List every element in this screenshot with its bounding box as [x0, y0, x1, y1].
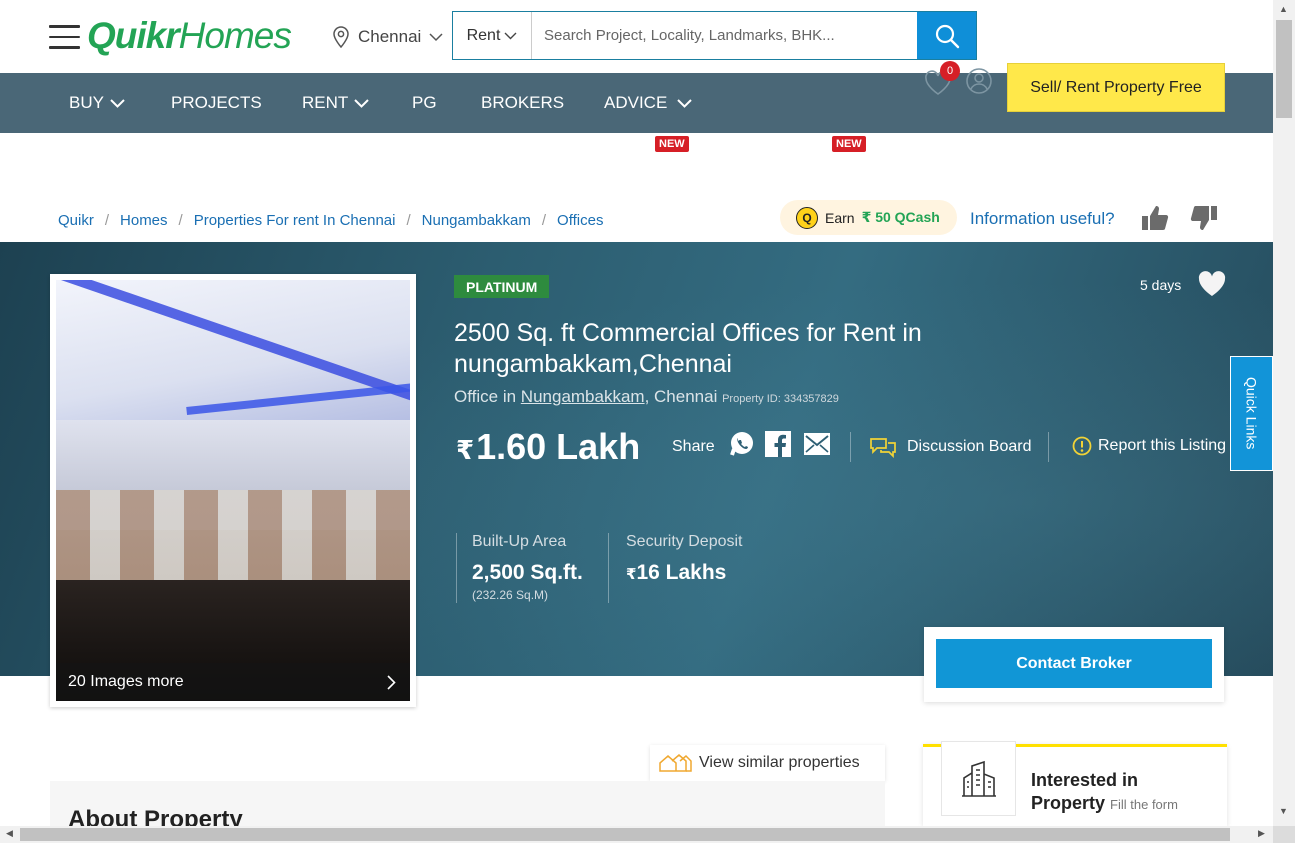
property-photo-card[interactable]: 20 Images more — [50, 274, 416, 707]
nav-item-rent[interactable]: RENT — [302, 73, 369, 133]
listing-price: ₹ 1.60 Lakh — [456, 426, 640, 468]
listing-age: 5 days — [1140, 277, 1182, 293]
chevron-down-icon — [354, 98, 369, 108]
city-selector[interactable]: Chennai — [332, 26, 443, 48]
qcash-icon: Q — [796, 206, 818, 229]
shortlist-heart-icon[interactable] — [1197, 270, 1227, 298]
breadcrumb-link-offices[interactable]: Offices — [557, 212, 603, 229]
nav-item-brokers[interactable]: BROKERS — [481, 73, 564, 133]
scroll-right-arrow[interactable]: ▶ — [1258, 828, 1265, 839]
vertical-scrollbar[interactable]: ▲ ▼ — [1273, 0, 1295, 826]
fill-form-hint: Fill the form — [1110, 797, 1178, 812]
vertical-scroll-thumb[interactable] — [1276, 20, 1292, 118]
search-type-dropdown[interactable]: Rent — [453, 12, 532, 59]
price-value: 1.60 Lakh — [476, 426, 641, 467]
city-label: Chennai — [358, 27, 422, 46]
search-input[interactable] — [532, 12, 917, 59]
scroll-left-arrow[interactable]: ◀ — [6, 828, 13, 839]
report-listing-link[interactable]: Report this Listing — [1072, 436, 1226, 456]
builtup-area-label: Built-Up Area — [472, 533, 567, 550]
chat-icon — [870, 438, 896, 458]
whatsapp-icon[interactable] — [728, 430, 756, 458]
security-deposit-value: ₹16 Lakhs — [626, 561, 727, 584]
houses-icon — [659, 754, 692, 772]
facebook-icon[interactable] — [764, 430, 792, 458]
share-label: Share — [672, 438, 715, 455]
view-similar-properties-button[interactable]: View similar properties — [650, 745, 885, 781]
information-useful-label: Information useful? — [970, 209, 1115, 228]
quikrhomes-logo[interactable]: QuikrHomes — [87, 15, 292, 57]
breadcrumb-link-nungambakkam[interactable]: Nungambakkam — [422, 212, 531, 229]
favorites-count-badge: 0 — [940, 61, 960, 81]
chevron-right-icon — [387, 674, 396, 690]
listing-subtitle: Office in Nungambakkam, Chennai Property… — [454, 387, 839, 406]
horizontal-scrollbar[interactable]: ◀ ▶ — [0, 826, 1273, 843]
property-photo[interactable]: 20 Images more — [56, 280, 410, 701]
new-badge: NEW — [832, 136, 866, 152]
search-button[interactable] — [917, 12, 976, 59]
mail-icon[interactable] — [803, 430, 831, 458]
security-deposit-stat: Security Deposit ₹16 Lakhs — [626, 533, 743, 585]
contact-broker-button[interactable]: Contact Broker — [936, 639, 1212, 688]
search-icon — [935, 24, 959, 48]
discussion-board-link[interactable]: Discussion Board — [869, 436, 1032, 458]
thumbs-up-icon[interactable] — [1139, 203, 1169, 233]
property-id: Property ID: 334357829 — [722, 393, 839, 405]
builtup-area-value: 2,500 Sq.ft. — [472, 561, 583, 584]
breadcrumb: Quikr / Homes / Properties For rent In Che… — [58, 212, 604, 229]
nav-label: ADVICE — [604, 93, 668, 112]
chevron-down-icon — [677, 98, 693, 108]
platinum-badge: PLATINUM — [454, 275, 550, 298]
locality-link[interactable]: Nungambakkam — [521, 387, 645, 406]
nav-item-pg[interactable]: PG — [412, 73, 437, 133]
qcash-prefix: Earn — [825, 209, 855, 226]
breadcrumb-link-homes[interactable]: Homes — [120, 212, 168, 229]
chevron-down-icon — [504, 32, 517, 39]
building-icon — [961, 760, 996, 797]
view-similar-label: View similar properties — [699, 754, 860, 771]
chevron-down-icon — [429, 32, 443, 41]
security-deposit-label: Security Deposit — [626, 533, 743, 550]
building-icon-box — [941, 741, 1016, 816]
scroll-down-arrow[interactable]: ▼ — [1279, 806, 1288, 816]
nav-label: BUY — [69, 93, 104, 112]
nav-item-buy[interactable]: BUY — [69, 73, 125, 133]
user-icon[interactable] — [965, 67, 993, 95]
builtup-area-sqm: (232.26 Sq.M) — [472, 588, 549, 602]
builtup-area-stat: Built-Up Area 2,500 Sq.ft. (232.26 Sq.M) — [472, 533, 583, 602]
images-more-label: 20 Images more — [68, 673, 184, 690]
scroll-up-arrow[interactable]: ▲ — [1279, 4, 1288, 14]
breadcrumb-link-quikr[interactable]: Quikr — [58, 212, 94, 229]
info-icon — [1072, 436, 1092, 456]
new-badge: NEW — [655, 136, 689, 152]
qcash-amount: ₹ 50 QCash — [861, 209, 940, 225]
images-more-link[interactable]: 20 Images more — [56, 663, 410, 701]
breadcrumb-link-properties-rent-chennai[interactable]: Properties For rent In Chennai — [194, 212, 396, 229]
nav-label: RENT — [302, 93, 349, 112]
interested-in-property-card[interactable]: Interested in Property Fill the form — [923, 741, 1227, 826]
horizontal-scroll-thumb[interactable] — [20, 828, 1230, 841]
report-listing-label: Report this Listing — [1098, 437, 1227, 454]
interested-text: Interested in Property Fill the form — [1031, 770, 1178, 813]
nav-label: PROJECTS — [171, 93, 262, 112]
rupee-symbol: ₹ — [626, 566, 637, 583]
search-bar: Rent — [452, 11, 977, 60]
contact-card: Contact Broker — [924, 627, 1224, 702]
discussion-board-label: Discussion Board — [907, 438, 1032, 455]
nav-item-projects[interactable]: PROJECTS — [171, 73, 262, 133]
quick-links-tab[interactable]: Quick Links — [1230, 356, 1273, 471]
menu-icon[interactable] — [49, 25, 80, 49]
chevron-down-icon — [110, 98, 125, 108]
qcash-offer[interactable]: Q Earn ₹ 50 QCash — [780, 200, 957, 235]
rupee-symbol: ₹ — [456, 435, 475, 465]
listing-title: 2500 Sq. ft Commercial Offices for Rent … — [454, 319, 922, 378]
thumbs-down-icon[interactable] — [1190, 203, 1220, 233]
sell-rent-property-button[interactable]: Sell/ Rent Property Free — [1007, 63, 1225, 112]
search-type-label: Rent — [466, 26, 501, 44]
nav-item-advice[interactable]: ADVICE — [604, 73, 693, 133]
nav-label: PG — [412, 93, 437, 112]
location-pin-icon — [333, 26, 349, 48]
about-property-section: About Property — [50, 781, 885, 833]
nav-label: BROKERS — [481, 93, 565, 112]
